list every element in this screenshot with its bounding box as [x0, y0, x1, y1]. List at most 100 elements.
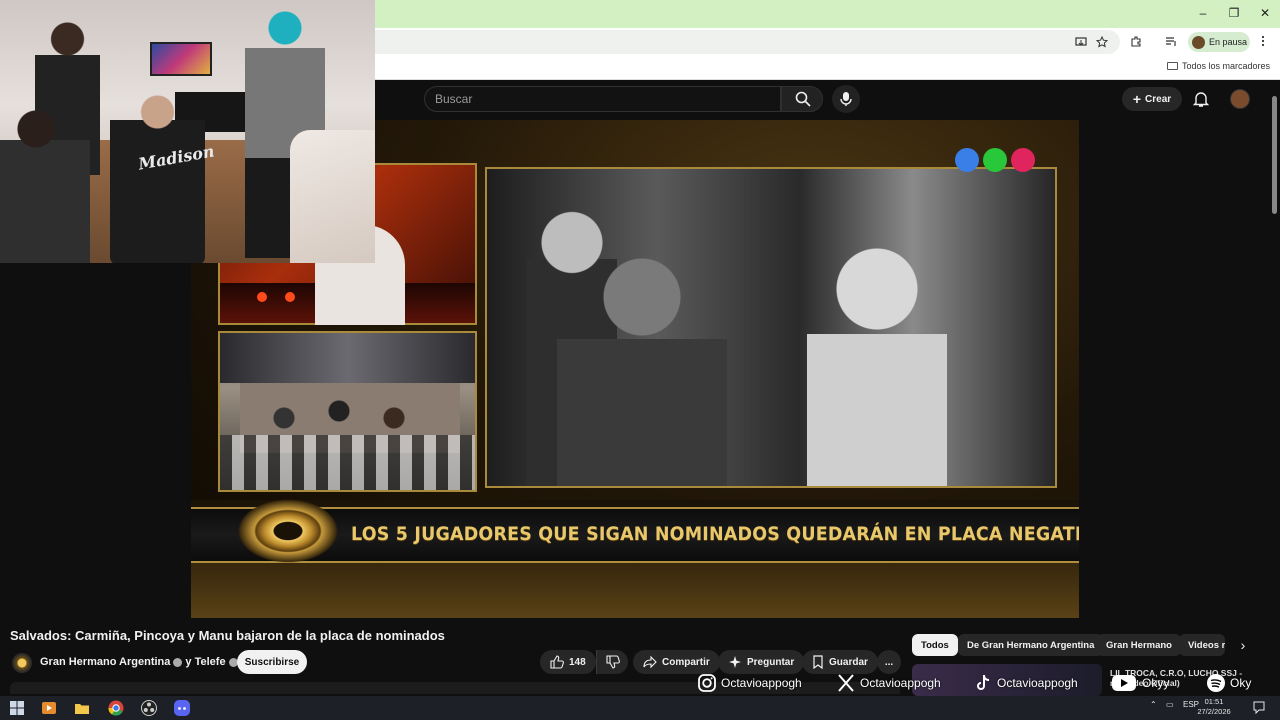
bookmark-star-icon[interactable]	[1095, 35, 1109, 51]
chip-from-channel[interactable]: De Gran Hermano Argentina	[958, 634, 1104, 656]
clock-time: 01:51	[1204, 697, 1224, 706]
search-input[interactable]	[425, 87, 780, 111]
save-label: Guardar	[829, 656, 868, 668]
tiktok-icon	[973, 673, 993, 693]
more-actions-icon: ...	[884, 656, 894, 668]
streamer-webcam-overlay: Madison	[0, 0, 375, 263]
x-logo-icon	[836, 673, 856, 693]
tiktok-handle: Octavioappogh	[973, 673, 1078, 693]
tray-chevron-icon[interactable]: ⌃	[1150, 700, 1157, 709]
restore-icon[interactable]: ❐	[1219, 6, 1249, 20]
youtube-handle: Okyy	[1110, 673, 1169, 693]
telefe-dot-red	[1011, 148, 1035, 172]
create-button[interactable]: + Crear	[1122, 87, 1182, 111]
instagram-icon	[697, 673, 717, 693]
video-title: Salvados: Carmiña, Pincoya y Manu bajaro…	[10, 628, 445, 643]
main-feed-frame	[485, 167, 1057, 488]
chip-all[interactable]: Todos	[912, 634, 958, 656]
share-button[interactable]: Compartir	[633, 650, 720, 674]
house-floor	[220, 435, 475, 490]
browser-menu-icon[interactable]	[1260, 35, 1266, 50]
ask-button[interactable]: Preguntar	[718, 650, 805, 674]
inset-house-feed	[218, 331, 477, 492]
channel-name[interactable]: Gran Hermano Argentina y Telefe	[40, 656, 241, 668]
chip-gran-hermano[interactable]: Gran Hermano	[1097, 634, 1181, 656]
install-app-icon[interactable]	[1075, 36, 1087, 51]
search-field-wrapper	[424, 86, 781, 112]
channel-name-text[interactable]: Gran Hermano Argentina	[40, 656, 170, 668]
voice-search-button[interactable]	[832, 85, 860, 113]
tiktok-handle-text: Octavioappogh	[997, 676, 1078, 690]
share-icon	[643, 655, 657, 669]
more-actions-button[interactable]: ...	[877, 650, 901, 674]
create-label: Crear	[1145, 93, 1172, 105]
x-handle-text: Octavioappogh	[860, 676, 941, 690]
system-clock[interactable]: 01:51 27/2/2026	[1196, 697, 1232, 717]
screen: – ❐ ✕ En pausa Todos los marcadores Busc…	[0, 0, 1280, 720]
bookmark-icon	[813, 655, 823, 669]
minimize-icon[interactable]: –	[1188, 6, 1218, 20]
extensions-icon[interactable]	[1130, 35, 1142, 50]
instagram-handle: Octavioappogh	[697, 673, 802, 693]
search-button[interactable]	[781, 86, 823, 112]
all-bookmarks-button[interactable]: Todos los marcadores	[1166, 61, 1270, 71]
plus-icon: +	[1132, 91, 1142, 107]
youtube-logo-icon	[1110, 673, 1138, 693]
chip-videos[interactable]: Videos r	[1179, 634, 1225, 656]
microphone-icon	[840, 92, 852, 106]
windows-start-icon[interactable]	[8, 699, 26, 717]
person-figure-cape	[110, 85, 205, 263]
all-bookmarks-label: Todos los marcadores	[1181, 61, 1270, 71]
notification-center-icon[interactable]	[1252, 700, 1266, 714]
profile-paused-chip[interactable]: En pausa	[1188, 32, 1250, 52]
profile-avatar	[1192, 35, 1205, 49]
ask-label: Preguntar	[747, 656, 795, 668]
close-icon[interactable]: ✕	[1250, 6, 1280, 20]
telefe-dot-blue	[955, 148, 979, 172]
person-figure	[290, 130, 375, 263]
x-handle: Octavioappogh	[836, 673, 941, 693]
youtube-handle-text: Okyy	[1142, 676, 1170, 690]
clock-date: 27/2/2026	[1197, 707, 1231, 716]
chevron-right-icon[interactable]: ›	[1234, 636, 1252, 654]
wall-painting	[150, 42, 212, 76]
spotify-handle: Oky	[1206, 673, 1251, 693]
like-count: 148	[569, 656, 586, 668]
notifications-bell-icon[interactable]	[1192, 90, 1210, 108]
obs-icon[interactable]	[140, 699, 158, 717]
media-controls-icon[interactable]	[1165, 35, 1177, 50]
contestant-figure	[557, 249, 727, 486]
verified-icon	[173, 657, 183, 667]
sparkle-icon	[729, 656, 741, 668]
profile-status-label: En pausa	[1209, 37, 1248, 47]
share-label: Compartir	[662, 656, 710, 668]
page-scrollbar-thumb[interactable]	[1272, 96, 1277, 214]
channel-avatar[interactable]	[12, 653, 32, 673]
thumbs-down-icon	[606, 655, 620, 669]
contestant-figure	[807, 239, 947, 486]
chrome-icon[interactable]	[107, 699, 125, 717]
channel-suffix[interactable]: y Telefe	[185, 656, 225, 668]
lower-third-text: LOS 5 JUGADORES QUE SIGAN NOMINADOS QUED…	[351, 523, 1079, 545]
discord-icon[interactable]	[173, 699, 191, 717]
save-button[interactable]: Guardar	[802, 650, 878, 674]
subscribe-button[interactable]: Suscribirse	[237, 650, 307, 674]
windows-taskbar: ⌃ ▭ ESP 01:51 27/2/2026	[0, 696, 1280, 720]
house-kitchen	[220, 333, 475, 383]
dislike-button[interactable]	[596, 650, 628, 674]
telefe-dot-green	[983, 148, 1007, 172]
telefe-logo	[955, 148, 1035, 172]
gran-hermano-eye-logo	[236, 498, 340, 564]
account-avatar[interactable]	[1230, 89, 1250, 109]
spotify-handle-text: Oky	[1230, 676, 1252, 690]
network-icon[interactable]: ▭	[1166, 700, 1174, 709]
media-player-icon[interactable]	[40, 699, 58, 717]
file-explorer-icon[interactable]	[73, 699, 91, 717]
instagram-handle-text: Octavioappogh	[721, 676, 802, 690]
search-icon	[795, 91, 811, 107]
like-button[interactable]: 148	[540, 650, 596, 674]
spotify-icon	[1206, 673, 1226, 693]
stage-lights-icon	[257, 292, 295, 302]
thumbs-up-icon	[550, 655, 564, 669]
folder-icon	[1166, 62, 1178, 70]
